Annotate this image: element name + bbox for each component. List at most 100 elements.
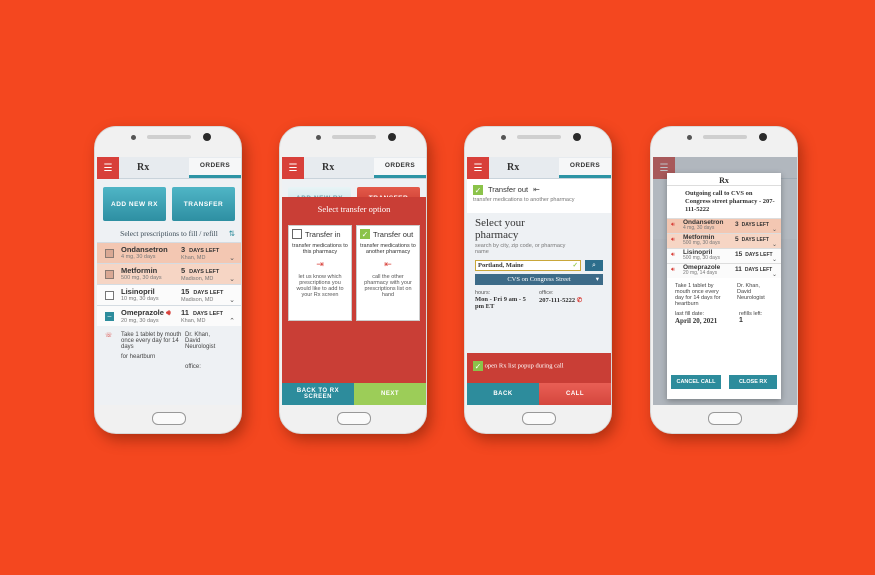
back-to-rx-button[interactable]: BACK TO RX SCREEN <box>282 383 354 405</box>
search-icon[interactable]: ⌕ <box>585 260 603 271</box>
office-phone: 207-111-5222 <box>539 297 576 304</box>
speaker-icon: 🔊︎ <box>166 308 171 317</box>
call-list-item[interactable]: 🔊︎ Ondansetron 4 mg, 30 days 3 DAYS LEFT ⌄ <box>667 218 781 233</box>
chevron-down-icon[interactable]: ⌄ <box>229 275 235 283</box>
menu-icon[interactable]: ☰ <box>97 157 119 179</box>
chevron-down-icon: ▾ <box>595 276 599 283</box>
close-rx-button[interactable]: CLOSE RX <box>729 375 777 389</box>
transfer-in-icon: ⇥ <box>316 259 324 269</box>
checkbox-checked[interactable]: ✓ <box>473 185 483 196</box>
home-button[interactable] <box>337 412 371 425</box>
chevron-down-icon[interactable]: ⌄ <box>229 296 235 304</box>
pharmacy-select[interactable]: CVS on Congress Street ▾ <box>475 274 603 285</box>
checkbox[interactable] <box>292 229 302 239</box>
call-screen: ☰ Rx Outgoing call to CVS on Congress st… <box>653 157 797 405</box>
days-label: DAYS LEFT <box>741 222 769 228</box>
chevron-down-icon[interactable]: ⌄ <box>772 241 777 248</box>
transfer-out-banner: ✓ Transfer out ⇤ transfer medications to… <box>467 179 611 213</box>
next-button[interactable]: NEXT <box>354 383 426 405</box>
transfer-sheet: Select transfer option Transfer in trans… <box>282 197 426 405</box>
rx-detail: ☏ Take 1 tablet by mouth once every day … <box>97 326 241 386</box>
days-count: 11 <box>181 308 189 317</box>
dialog-app-title: Rx <box>667 173 781 186</box>
doctor-specialty: Neurologist <box>737 295 765 301</box>
phone-icon[interactable]: ✆ <box>577 297 582 304</box>
list-item[interactable]: Metformin 500 mg, 30 days 5 DAYS LEFT Mad… <box>97 263 241 284</box>
transfer-out-icon: ⇤ <box>384 259 392 269</box>
transfer-in-card[interactable]: Transfer in transfer medications to this… <box>288 225 352 321</box>
list-item[interactable]: – Omeprazole 🔊︎ 20 mg, 30 days 11 DAYS LE… <box>97 305 241 326</box>
chevron-down-icon[interactable]: ⌄ <box>772 226 777 233</box>
search-input[interactable]: Portland, Maine ✓ <box>475 260 581 271</box>
page-title: Select your pharmacy <box>475 217 525 241</box>
card-title: Transfer in <box>305 229 341 239</box>
home-button[interactable] <box>522 412 556 425</box>
sheet-title: Select transfer option <box>317 204 391 214</box>
call-list-item[interactable]: 🔊︎ Lisinopril 500 mg, 30 days 15 DAYS LEFT ⌄ <box>667 248 781 263</box>
phone-1: ☰ Rx ORDERS ADD NEW RX TRANSFER Select p… <box>94 126 242 434</box>
checkbox-checked[interactable]: ✓ <box>360 229 370 239</box>
checkbox[interactable] <box>105 270 114 279</box>
days-count: 11 <box>735 266 742 273</box>
tab-orders[interactable]: ORDERS <box>374 158 426 178</box>
days-count: 5 <box>735 236 739 243</box>
app-title: Rx <box>322 162 335 173</box>
hours-value: Mon - Fri 9 am - 5 pm ET <box>475 296 526 310</box>
rx-doctor: Khan, MD <box>181 255 206 261</box>
doctor-name: Dr. Khan, David <box>185 332 211 344</box>
rx-name: Omeprazole <box>121 308 164 317</box>
days-count: 5 <box>181 266 186 275</box>
tab-orders[interactable]: ORDERS <box>189 158 241 178</box>
call-dialog: Rx Outgoing call to CVS on Congress stre… <box>667 173 781 399</box>
rx-screen: ☰ Rx ORDERS ADD NEW RX TRANSFER Select p… <box>97 157 241 405</box>
rx-doctor: Khan, MD <box>181 318 206 324</box>
days-count: 15 <box>181 287 190 296</box>
days-count: 3 <box>735 221 739 228</box>
instructions: Take 1 tablet by mouth once every day fo… <box>121 332 182 350</box>
list-item[interactable]: Ondansetron 4 mg, 30 days 3 DAYS LEFT Kha… <box>97 242 241 263</box>
checkbox[interactable]: – <box>105 312 114 321</box>
call-button[interactable]: CALL <box>539 383 611 405</box>
search-value: Portland, Maine <box>478 262 524 269</box>
card-body: call the other pharmacy with your prescr… <box>364 274 412 298</box>
checkbox[interactable] <box>105 291 114 300</box>
sort-icon[interactable]: ⇅ <box>229 229 235 238</box>
menu-icon[interactable]: ☰ <box>282 157 304 179</box>
transfer-button[interactable]: TRANSFER <box>172 187 235 221</box>
doctor-name: Dr. Khan, David <box>737 283 760 295</box>
checkbox[interactable] <box>105 249 114 258</box>
phone-ring-icon: ☏ <box>105 333 113 339</box>
select-label: Select prescriptions to fill / refill <box>120 229 218 238</box>
card-title: Transfer out <box>373 229 414 239</box>
menu-icon[interactable]: ☰ <box>467 157 489 179</box>
checkbox-checked[interactable]: ✓ <box>473 361 483 371</box>
chevron-down-icon[interactable]: ⌄ <box>229 254 235 262</box>
card-desc: transfer medications to this pharmacy <box>292 243 348 255</box>
tab-orders[interactable]: ORDERS <box>559 158 611 178</box>
call-list-item[interactable]: 🔊︎ Metformin 500 mg, 30 days 5 DAYS LEFT ⌄ <box>667 233 781 248</box>
transfer-screen: ☰ Rx ORDERS ADD NEW RX TRANSFER Select t… <box>282 157 426 405</box>
app-title: Rx <box>507 162 520 173</box>
days-label: DAYS LEFT <box>741 237 769 243</box>
back-button[interactable]: BACK <box>467 383 539 405</box>
chevron-down-icon[interactable]: ⌄ <box>772 271 777 278</box>
call-list-item[interactable]: 🔊︎ Omeprazole 20 mg, 14 days 11 DAYS LEFT ⌄ <box>667 263 781 278</box>
transfer-desc: transfer medications to another pharmacy <box>473 197 575 204</box>
pharmacy-value: CVS on Congress Street <box>507 276 571 283</box>
check-icon: ✓ <box>572 262 578 269</box>
days-count: 15 <box>735 251 743 258</box>
rx-doctor: Madison, MD <box>181 276 214 282</box>
home-button[interactable] <box>708 412 742 425</box>
phone-3: ☰ Rx ORDERS ✓ Transfer out ⇤ transfer me… <box>464 126 612 434</box>
list-item[interactable]: Lisinopril 10 mg, 30 days 15 DAYS LEFT Ma… <box>97 284 241 305</box>
chevron-down-icon[interactable]: ⌄ <box>772 256 777 263</box>
chevron-up-icon[interactable]: ⌃ <box>229 317 235 325</box>
last-fill-date: April 20, 2021 <box>675 317 718 325</box>
speaker-icon: 🔊︎ <box>671 237 675 243</box>
add-new-rx-button[interactable]: ADD NEW RX <box>103 187 166 221</box>
days-count: 3 <box>181 245 186 254</box>
cancel-call-button[interactable]: CANCEL CALL <box>671 375 721 389</box>
home-button[interactable] <box>152 412 186 425</box>
transfer-out-card[interactable]: ✓ Transfer out transfer medications to an… <box>356 225 420 321</box>
rx-doctor: Madison, MD <box>181 297 214 303</box>
